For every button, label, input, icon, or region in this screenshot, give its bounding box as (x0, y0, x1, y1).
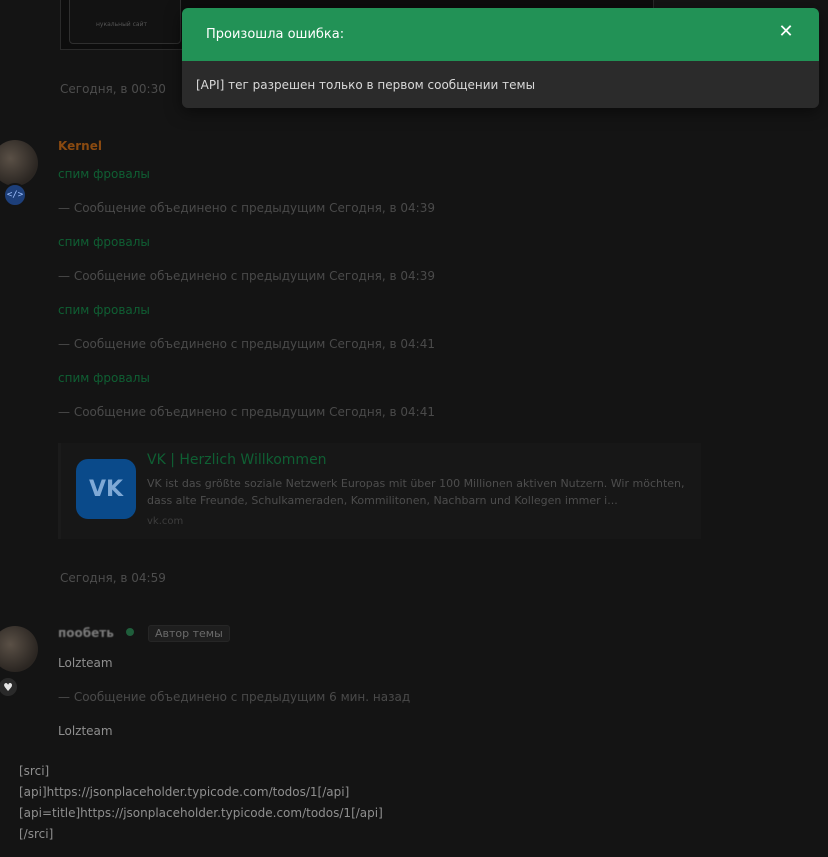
editor-line[interactable]: [/srci] (19, 827, 53, 841)
close-icon[interactable]: ✕ (777, 23, 795, 41)
notification-title: Произошла ошибка: (206, 27, 345, 42)
error-notification: Произошла ошибка: ✕ [API] тег разрешен т… (182, 8, 819, 108)
notification-header: Произошла ошибка: (182, 8, 819, 61)
link-preview-domain: vk.com (147, 516, 184, 527)
username[interactable]: пообеть (58, 626, 114, 640)
link-preview-description: VK ist das größte soziale Netzwerk Europ… (147, 477, 685, 507)
author-badge: Автор темы (148, 625, 230, 642)
editor-line[interactable]: [api]https://jsonplaceholder.typicode.co… (19, 785, 349, 799)
link-preview[interactable]: VK VK | Herzlich Willkommen VK ist das g… (58, 443, 701, 539)
vk-logo-icon: VK (76, 459, 136, 519)
notification-message: [API] тег разрешен только в первом сообщ… (196, 77, 536, 92)
image-caption: нукальный сайт (96, 21, 147, 28)
merged-note: — Сообщение объединено с предыдущим Сего… (58, 405, 435, 419)
online-status-indicator (126, 628, 134, 636)
username[interactable]: Kernel (58, 139, 102, 153)
editor-line[interactable]: [srci] (19, 764, 49, 778)
merged-note: — Сообщение объединено с предыдущим Сего… (58, 337, 435, 351)
merged-note: — Сообщение объединено с предыдущим 6 ми… (58, 690, 411, 704)
message-text: спим фровалы (58, 371, 150, 385)
merged-note: — Сообщение объединено с предыдущим Сего… (58, 269, 435, 283)
page: нукальный сайт Сегодня, в 00:30 </> Kern… (0, 0, 828, 857)
sketch-doodle-icon (421, 0, 621, 6)
avatar[interactable] (0, 626, 38, 672)
post-time[interactable]: Сегодня, в 00:30 (60, 82, 166, 96)
avatar[interactable] (0, 140, 38, 186)
message-text: спим фровалы (58, 235, 150, 249)
link-preview-title[interactable]: VK | Herzlich Willkommen (147, 452, 327, 468)
post-time[interactable]: Сегодня, в 04:59 (60, 571, 166, 585)
code-icon: </> (3, 183, 27, 207)
image-thumbnail[interactable]: нукальный сайт (69, 0, 181, 44)
merged-note: — Сообщение объединено с предыдущим Сего… (58, 201, 435, 215)
message-text: спим фровалы (58, 303, 150, 317)
heart-icon: ♥ (0, 676, 19, 698)
message-text: Lolzteam (58, 724, 113, 738)
message-text: спим фровалы (58, 167, 150, 181)
notification-body: [API] тег разрешен только в первом сообщ… (182, 61, 819, 108)
editor-line[interactable]: [api=title]https://jsonplaceholder.typic… (19, 806, 383, 820)
message-text: Lolzteam (58, 656, 113, 670)
